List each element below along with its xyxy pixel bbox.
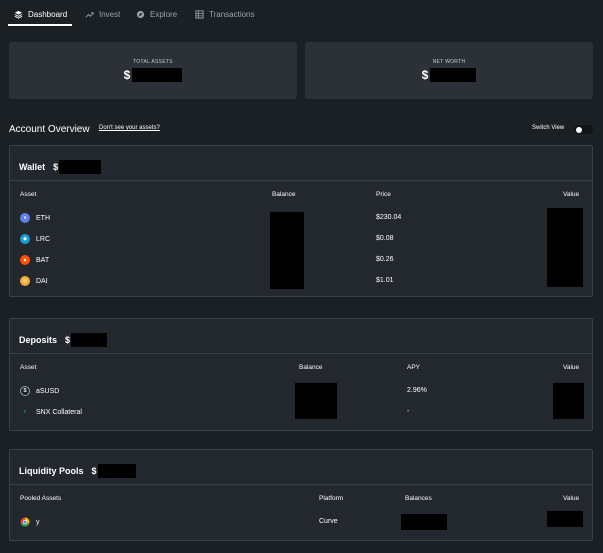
redacted-amount: [430, 68, 477, 82]
switch-view-toggle[interactable]: [574, 125, 593, 134]
redacted-balances: [295, 383, 337, 419]
redacted-values: [553, 383, 584, 419]
net-worth-value: $: [305, 68, 593, 82]
wallet-title: Wallet: [19, 162, 46, 172]
total-assets-label: TOTAL ASSETS: [133, 59, 173, 65]
asset-apy: -: [407, 408, 410, 415]
col-value: Value: [563, 364, 580, 371]
total-assets-currency: $: [123, 68, 131, 82]
tab-invest-label: Invest: [99, 9, 121, 19]
tab-transactions-label: Transactions: [209, 9, 255, 19]
wallet-header: Wallet $: [19, 160, 102, 174]
col-balance: Balance: [299, 364, 323, 371]
asset-name: ETH: [36, 214, 50, 222]
total-assets-card: TOTAL ASSETS $: [9, 42, 297, 99]
active-tab-indicator: [8, 24, 72, 26]
liquidity-pools-panel: Liquidity Pools $ Pooled Assets Platform…: [9, 449, 593, 541]
redacted-amount: [59, 160, 102, 174]
asusd-icon: S: [20, 386, 30, 396]
asset-apy: 2.96%: [407, 387, 427, 394]
pools-currency: $: [91, 466, 97, 476]
net-worth-card: NET WORTH $: [305, 42, 593, 99]
asset-name: DAI: [36, 277, 48, 285]
asset-name: SNX Collateral: [36, 408, 82, 416]
redacted-values: [547, 208, 583, 287]
asset-name: aSUSD: [36, 387, 60, 395]
redacted-balances: [270, 212, 304, 289]
pools-header: Liquidity Pools $: [19, 464, 136, 478]
lrc-icon: ◆: [20, 234, 30, 244]
redacted-amount: [97, 464, 136, 478]
tab-dashboard-label: Dashboard: [28, 9, 68, 19]
deposits-currency: $: [65, 335, 71, 345]
list-item[interactable]: ◎ DAI: [20, 276, 48, 286]
col-value: Value: [563, 191, 580, 198]
curve-y-icon: [20, 517, 30, 527]
redacted-amount: [71, 333, 108, 347]
net-worth-currency: $: [421, 68, 429, 82]
tab-explore-label: Explore: [150, 9, 178, 19]
col-asset: Asset: [20, 364, 37, 371]
snx-icon: ⚡: [23, 409, 27, 415]
col-value: Value: [563, 495, 580, 502]
list-item[interactable]: ♦ ETH: [20, 213, 50, 223]
deposits-header: Deposits $: [19, 333, 108, 347]
redacted-balances: [401, 514, 447, 530]
trend-line-icon: [85, 11, 94, 18]
dai-icon: ◎: [20, 276, 30, 286]
col-platform: Platform: [319, 495, 344, 502]
col-balance: Balance: [272, 191, 296, 198]
missing-assets-link[interactable]: Don't see your assets?: [99, 125, 160, 131]
list-item[interactable]: y: [20, 517, 40, 527]
wallet-total: $: [53, 160, 102, 174]
tab-explore[interactable]: Explore: [136, 7, 177, 21]
asset-price: $230.04: [376, 214, 402, 221]
grid-icon: [195, 9, 204, 19]
net-worth-label: NET WORTH: [432, 59, 466, 65]
switch-knob: [576, 126, 582, 133]
list-item[interactable]: S aSUSD: [20, 386, 59, 396]
tab-invest[interactable]: Invest: [85, 7, 120, 21]
top-nav: Dashboard Invest Explore Transactions: [0, 0, 603, 26]
col-apy: APY: [407, 364, 421, 371]
list-item[interactable]: ⚡ SNX Collateral: [20, 407, 82, 417]
redacted-values: [547, 511, 583, 527]
divider: [10, 180, 592, 181]
tab-transactions[interactable]: Transactions: [195, 7, 255, 21]
wallet-currency: $: [53, 162, 59, 172]
asset-price: $0.08: [376, 235, 394, 242]
deposits-panel: Deposits $ Asset Balance APY Value S aSU…: [9, 318, 593, 431]
pool-platform: Curve: [319, 518, 338, 525]
tab-dashboard[interactable]: Dashboard: [14, 7, 67, 21]
col-asset: Asset: [20, 191, 37, 198]
col-pooled-assets: Pooled Assets: [20, 495, 62, 502]
wallet-panel: Wallet $ Asset Balance Price Value ♦ ETH…: [9, 145, 593, 297]
list-item[interactable]: ◆ LRC: [20, 234, 50, 244]
deposits-total: $: [65, 333, 108, 347]
asset-price: $1.01: [376, 277, 394, 284]
redacted-amount: [132, 68, 183, 82]
pools-total: $: [92, 464, 136, 478]
compass-icon: [136, 10, 145, 18]
stack-icon: [14, 10, 23, 19]
asset-name: y: [36, 518, 40, 526]
asset-name: LRC: [36, 235, 51, 243]
switch-view-label: Switch View: [532, 125, 565, 131]
divider: [10, 353, 592, 354]
total-assets-value: $: [9, 68, 297, 82]
pools-title: Liquidity Pools: [19, 466, 84, 476]
asset-name: BAT: [36, 256, 50, 264]
deposits-title: Deposits: [19, 335, 58, 345]
list-item[interactable]: ▲ BAT: [20, 255, 49, 265]
eth-icon: ♦: [20, 213, 30, 223]
asset-price: $0.26: [376, 256, 394, 263]
col-balances: Balances: [405, 495, 432, 502]
divider: [10, 484, 592, 485]
col-price: Price: [376, 191, 391, 198]
bat-icon: ▲: [20, 255, 30, 265]
account-overview-title: Account Overview: [9, 124, 90, 135]
